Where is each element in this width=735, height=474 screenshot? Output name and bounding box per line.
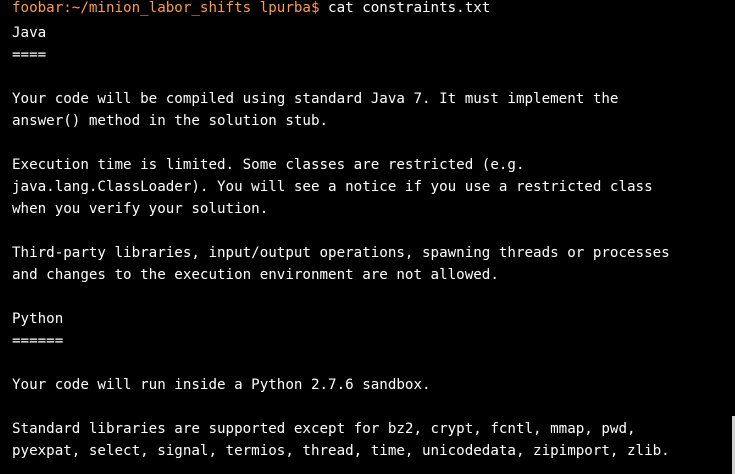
prompt-line: foobar:~/minion_labor_shifts lpurba$ cat… — [12, 0, 735, 22]
shell-prompt: foobar:~/minion_labor_shifts lpurba$ — [12, 0, 320, 16]
output-line: java.lang.ClassLoader). You will see a n… — [12, 179, 653, 195]
output-line: Third-party libraries, input/output oper… — [12, 245, 670, 261]
output-line: Execution time is limited. Some classes … — [12, 157, 525, 173]
terminal-window[interactable]: foobar:~/minion_labor_shifts lpurba$ cat… — [0, 0, 735, 474]
output-line: Your code will be compiled using standar… — [12, 91, 619, 107]
output-line: answer() method in the solution stub. — [12, 113, 329, 129]
output-line: Your code will run inside a Python 2.7.6… — [12, 377, 431, 393]
output-line: pyexpat, select, signal, termios, thread… — [12, 443, 670, 459]
output-line: when you verify your solution. — [12, 201, 269, 217]
output-line: Python — [12, 311, 64, 327]
output-line: Standard libraries are supported except … — [12, 421, 636, 437]
command-text: cat constraints.txt — [319, 0, 491, 16]
output-line: ==== — [12, 47, 47, 63]
output-line: Java — [12, 25, 47, 41]
output-line: and changes to the execution environment… — [12, 267, 499, 283]
output-line: ====== — [12, 333, 64, 349]
